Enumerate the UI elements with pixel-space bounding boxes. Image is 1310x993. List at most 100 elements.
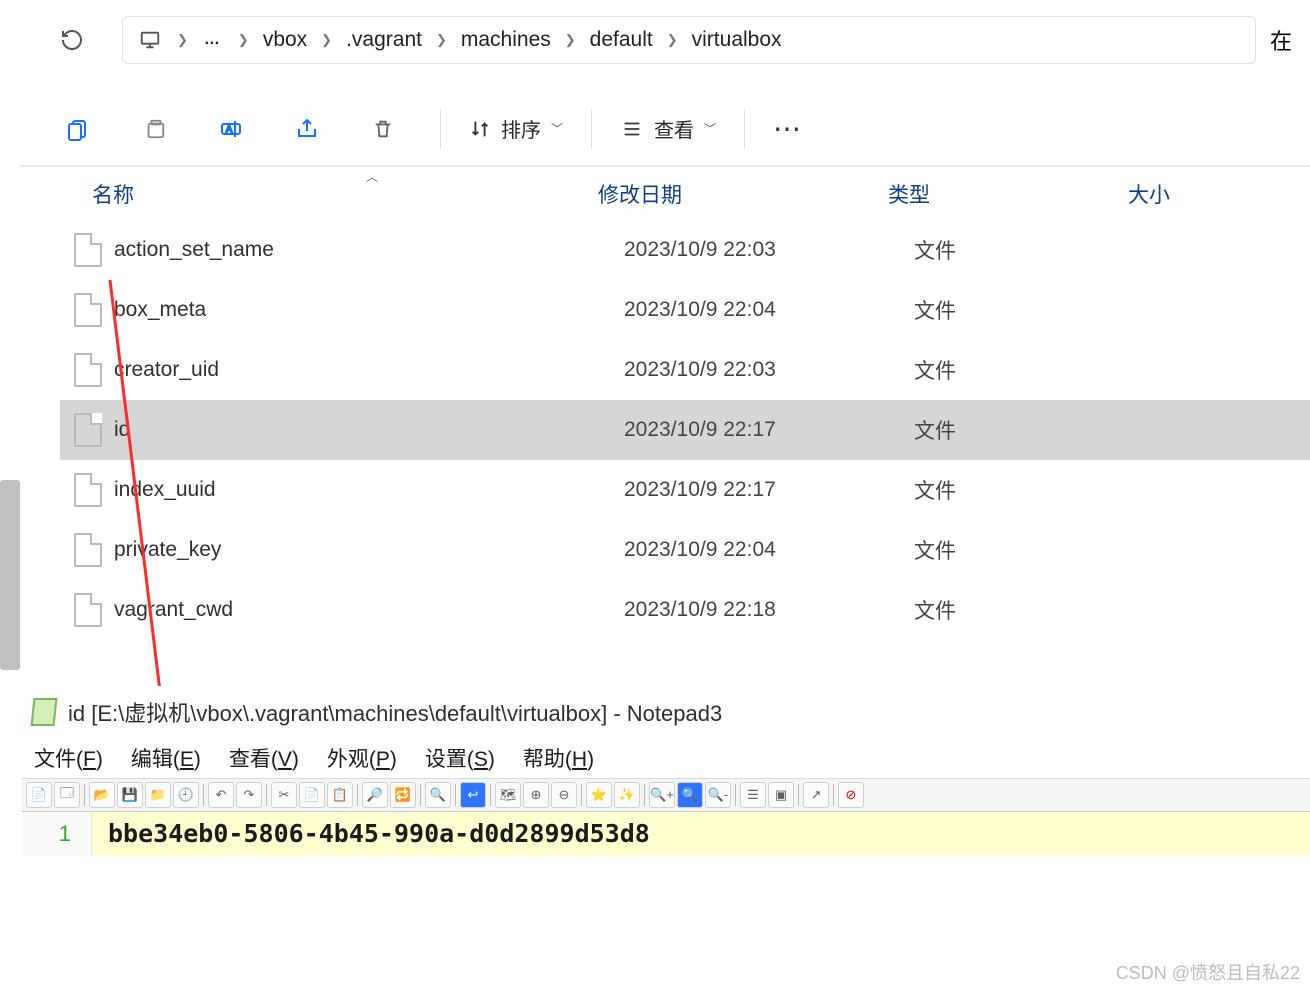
file-row[interactable]: vagrant_cwd2023/10/9 22:18文件 (60, 580, 1310, 640)
menu-appearance[interactable]: 外观(P) (327, 743, 397, 773)
favorite-icon[interactable]: ⭐ (586, 782, 612, 808)
zoom-in-icon[interactable]: ⊕ (523, 782, 549, 808)
menu-view[interactable]: 查看(V) (229, 743, 299, 773)
file-name: box_meta (114, 298, 606, 322)
article-scrollbar[interactable] (0, 480, 20, 670)
new-window-icon[interactable]: 🗔 (54, 782, 80, 808)
menu-help[interactable]: 帮助(H) (523, 743, 594, 773)
copy-button[interactable] (126, 107, 184, 151)
address-bar-row: ❯ … ❯ vbox ❯ .vagrant ❯ machines ❯ defau… (20, 0, 1310, 80)
file-name: action_set_name (114, 238, 606, 262)
chevron-down-icon: ﹀ (551, 120, 563, 137)
zoom-minus-icon[interactable]: 🔍- (705, 782, 731, 808)
line-numbers-icon[interactable]: ☰ (740, 782, 766, 808)
chevron-right-icon: ❯ (177, 32, 188, 48)
breadcrumb-item[interactable]: .vagrant (346, 28, 422, 52)
file-type: 文件 (896, 475, 1136, 505)
separator (581, 784, 582, 806)
share-button[interactable] (278, 107, 336, 151)
file-row[interactable]: private_key2023/10/9 22:04文件 (60, 520, 1310, 580)
zoom-plus-icon[interactable]: 🔍+ (649, 782, 675, 808)
more-button[interactable]: ⋯ (773, 112, 803, 145)
notepad-body: 1 bbe34eb0-5806-4b45-990a-d0d2899d53d8 (22, 812, 1310, 856)
cut-button[interactable] (50, 107, 108, 151)
file-modified: 2023/10/9 22:03 (606, 238, 896, 262)
breadcrumb-bar[interactable]: ❯ … ❯ vbox ❯ .vagrant ❯ machines ❯ defau… (122, 16, 1256, 64)
zoom-out-icon[interactable]: ⊖ (551, 782, 577, 808)
file-row[interactable]: id2023/10/9 22:17文件 (60, 400, 1310, 460)
close-icon[interactable]: ⊘ (838, 782, 864, 808)
separator (455, 784, 456, 806)
sort-dropdown[interactable]: 排序 ﹀ (469, 114, 563, 143)
menu-file[interactable]: 文件(F) (34, 743, 103, 773)
sort-label: 排序 (501, 114, 541, 143)
separator (644, 784, 645, 806)
file-row[interactable]: box_meta2023/10/9 22:04文件 (60, 280, 1310, 340)
file-icon (74, 233, 102, 267)
save-icon[interactable]: 💾 (117, 782, 143, 808)
chevron-right-icon: ❯ (667, 32, 678, 48)
wordwrap-icon[interactable]: ↩ (460, 782, 486, 808)
add-favorite-icon[interactable]: ✨ (614, 782, 640, 808)
monitor-icon[interactable] (137, 27, 163, 53)
undo-icon[interactable]: ↶ (208, 782, 234, 808)
redo-icon[interactable]: ↷ (236, 782, 262, 808)
breadcrumb-item[interactable]: vbox (263, 28, 307, 52)
launch-icon[interactable]: ↗ (803, 782, 829, 808)
menu-settings[interactable]: 设置(S) (425, 743, 495, 773)
breadcrumb-item[interactable]: machines (461, 28, 551, 52)
view-dropdown[interactable]: 查看 ﹀ (620, 114, 716, 143)
file-row[interactable]: index_uuid2023/10/9 22:17文件 (60, 460, 1310, 520)
column-size[interactable]: 大小 (1110, 179, 1310, 209)
column-type[interactable]: 类型 (870, 179, 1110, 209)
zoom-reset-icon[interactable]: 🔍 (677, 782, 703, 808)
new-file-icon[interactable]: 📄 (26, 782, 52, 808)
editor-content[interactable]: bbe34eb0-5806-4b45-990a-d0d2899d53d8 (92, 812, 1310, 856)
file-name: vagrant_cwd (114, 598, 606, 622)
separator (833, 784, 834, 806)
separator (798, 784, 799, 806)
file-name: creator_uid (114, 358, 606, 382)
file-row[interactable]: action_set_name2023/10/9 22:03文件 (60, 220, 1310, 280)
open-icon[interactable]: 📂 (89, 782, 115, 808)
file-icon (74, 293, 102, 327)
breadcrumb-item[interactable]: default (590, 28, 653, 52)
line-gutter: 1 (22, 812, 92, 856)
column-modified[interactable]: 修改日期 (580, 179, 870, 209)
breadcrumb-overflow[interactable]: … (204, 31, 222, 49)
scheme-icon[interactable]: 🗺 (495, 782, 521, 808)
cut-icon[interactable]: ✂ (271, 782, 297, 808)
rename-button[interactable]: A (202, 107, 260, 151)
find-icon[interactable]: 🔎 (362, 782, 388, 808)
separator (440, 109, 441, 149)
file-modified: 2023/10/9 22:03 (606, 358, 896, 382)
file-icon (74, 533, 102, 567)
column-name[interactable]: 名称 (20, 179, 580, 209)
replace-icon[interactable]: 🔁 (390, 782, 416, 808)
file-type: 文件 (896, 235, 1136, 265)
breadcrumb-item[interactable]: virtualbox (692, 28, 782, 52)
delete-button[interactable] (354, 107, 412, 151)
paste-icon[interactable]: 📋 (327, 782, 353, 808)
file-list: action_set_name2023/10/9 22:03文件box_meta… (60, 220, 1310, 640)
column-headers: 名称 修改日期 类型 大小 (20, 166, 1310, 220)
view-label: 查看 (654, 114, 694, 143)
file-type: 文件 (896, 595, 1136, 625)
separator (203, 784, 204, 806)
notepad-titlebar[interactable]: id [E:\虚拟机\vbox\.vagrant\machines\defaul… (22, 686, 1310, 738)
file-type: 文件 (896, 535, 1136, 565)
watermark: CSDN @愤怒且自私22 (1116, 959, 1300, 985)
file-icon (74, 473, 102, 507)
recent-icon[interactable]: 🕘 (173, 782, 199, 808)
search-stub: 在 (1270, 24, 1310, 56)
file-row[interactable]: creator_uid2023/10/9 22:03文件 (60, 340, 1310, 400)
zoom-icon[interactable]: 🔍 (425, 782, 451, 808)
file-icon (74, 353, 102, 387)
revert-icon[interactable]: 📁 (145, 782, 171, 808)
refresh-button[interactable] (50, 18, 94, 62)
separator (591, 109, 592, 149)
console-icon[interactable]: ▣ (768, 782, 794, 808)
menu-edit[interactable]: 编辑(E) (131, 743, 201, 773)
copy-icon[interactable]: 📄 (299, 782, 325, 808)
file-name: private_key (114, 538, 606, 562)
